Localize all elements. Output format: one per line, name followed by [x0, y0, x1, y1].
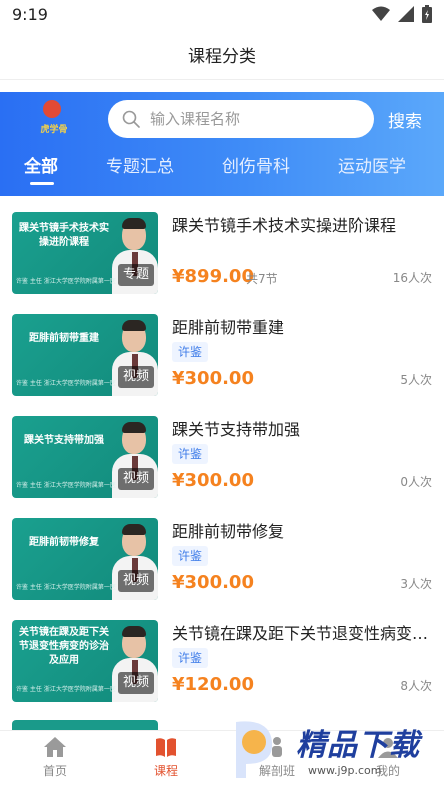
category-tabs: 全部 专题汇总 创伤骨科 运动医学	[0, 150, 444, 190]
course-price: ¥300.00	[172, 572, 254, 593]
page-title: 课程分类	[188, 47, 256, 67]
thumbnail-title: 踝关节支持带加强	[24, 435, 104, 446]
battery-icon	[422, 5, 432, 23]
course-price: ¥300.00	[172, 470, 254, 491]
course-type-badge: 视频	[117, 366, 154, 388]
course-price: ¥899.00	[172, 266, 254, 287]
course-price: ¥120.00	[172, 674, 254, 695]
nav-home-label: 首页	[42, 764, 67, 778]
course-title: 关节镜在踝及距下关节退变性病变的诊治及应用	[172, 624, 434, 643]
course-list[interactable]: 踝关节镜手术技术实操进阶课程 许鉴 主任 浙江大学医学院附属第一医院 专题 踝关…	[0, 196, 444, 730]
tab-active-indicator	[30, 182, 54, 185]
lecturer-tag: 许鉴	[172, 546, 209, 566]
watermark-url: www.j9p.com	[308, 764, 382, 777]
thumbnail-title: 关节镜在踝及距下关节退变性病变的诊治及应用	[19, 627, 109, 666]
course-thumbnail-partial[interactable]	[12, 720, 158, 730]
thumbnail-title: 踝关节镜手术技术实操进阶课程	[19, 223, 109, 248]
logo-text: 虎学骨	[40, 125, 68, 135]
lecturer-tag: 许鉴	[172, 648, 209, 668]
search-input[interactable]	[150, 100, 360, 138]
course-thumbnail: 踝关节支持带加强 许鉴 主任 浙江大学医学院附属第一医院 视频	[12, 416, 158, 498]
nav-courses[interactable]: 课程	[131, 735, 201, 779]
category-header: 虎学骨 搜索 全部 专题汇总 创伤骨科 运动医学	[0, 92, 444, 196]
course-lesson-count: 共7节	[246, 272, 278, 286]
thumbnail-caption: 许鉴 主任 浙江大学医学院附属第一医院	[16, 380, 116, 387]
course-price: ¥300.00	[172, 368, 254, 389]
book-icon	[156, 738, 176, 757]
nav-courses-label: 课程	[153, 764, 178, 778]
signal-icon	[398, 6, 414, 22]
course-item[interactable]: 距腓前韧带重建 许鉴 主任 浙江大学医学院附属第一医院 视频 距腓前韧带重建 许…	[0, 298, 444, 400]
status-bar: 9:19	[0, 0, 444, 30]
course-item[interactable]: 踝关节镜手术技术实操进阶课程 许鉴 主任 浙江大学医学院附属第一医院 专题 踝关…	[0, 196, 444, 298]
course-title: 踝关节支持带加强	[172, 420, 301, 439]
home-icon	[44, 737, 66, 757]
course-view-count: 5人次	[400, 373, 432, 387]
app-logo: 虎学骨	[34, 100, 70, 140]
tab-topics[interactable]: 专题汇总	[106, 152, 174, 177]
course-type-badge: 视频	[117, 570, 154, 592]
lecturer-tag: 许鉴	[172, 444, 209, 464]
course-thumbnail: 距腓前韧带修复 许鉴 主任 浙江大学医学院附属第一医院 视频	[12, 518, 158, 600]
course-thumbnail: 踝关节镜手术技术实操进阶课程 许鉴 主任 浙江大学医学院附属第一医院 专题	[12, 212, 158, 294]
lecturer-tag: 许鉴	[172, 342, 209, 362]
search-button[interactable]: 搜索	[388, 107, 422, 132]
title-bar: 课程分类	[0, 30, 444, 80]
course-view-count: 3人次	[400, 577, 432, 591]
course-view-count: 0人次	[400, 475, 432, 489]
watermark-logo-icon	[236, 721, 273, 778]
course-item[interactable]: 关节镜在踝及距下关节退变性病变的诊治及应用 许鉴 主任 浙江大学医学院附属第一医…	[0, 604, 444, 706]
search-box[interactable]	[108, 100, 374, 138]
watermark-text: 精品下载	[296, 728, 420, 763]
thumbnail-title: 距腓前韧带修复	[29, 537, 99, 548]
course-title: 距腓前韧带修复	[172, 522, 285, 541]
tab-trauma-orthopedics[interactable]: 创伤骨科	[222, 152, 290, 177]
status-time: 9:19	[12, 5, 48, 24]
tab-sports-medicine[interactable]: 运动医学	[338, 152, 406, 177]
status-icons	[372, 5, 432, 23]
thumbnail-caption: 许鉴 主任 浙江大学医学院附属第一医院	[16, 584, 116, 591]
course-title: 踝关节镜手术技术实操进阶课程	[172, 216, 397, 235]
logo-ball-icon	[43, 100, 61, 118]
thumbnail-caption: 许鉴 主任 浙江大学医学院附属第一医院	[16, 686, 116, 693]
tab-all[interactable]: 全部	[24, 152, 58, 177]
thumbnail-title: 距腓前韧带重建	[29, 333, 99, 344]
site-watermark: 精品下载 www.j9p.com	[226, 716, 444, 789]
course-type-badge: 视频	[117, 468, 154, 490]
course-view-count: 16人次	[392, 271, 432, 285]
course-type-badge: 专题	[117, 264, 154, 286]
course-item[interactable]: 距腓前韧带修复 许鉴 主任 浙江大学医学院附属第一医院 视频 距腓前韧带修复 许…	[0, 502, 444, 604]
course-item[interactable]: 踝关节支持带加强 许鉴 主任 浙江大学医学院附属第一医院 视频 踝关节支持带加强…	[0, 400, 444, 502]
course-type-badge: 视频	[117, 672, 154, 694]
course-thumbnail: 关节镜在踝及距下关节退变性病变的诊治及应用 许鉴 主任 浙江大学医学院附属第一医…	[12, 620, 158, 702]
thumbnail-caption: 许鉴 主任 浙江大学医学院附属第一医院	[16, 278, 116, 285]
course-thumbnail: 距腓前韧带重建 许鉴 主任 浙江大学医学院附属第一医院 视频	[12, 314, 158, 396]
course-view-count: 8人次	[400, 679, 432, 693]
thumbnail-caption: 许鉴 主任 浙江大学医学院附属第一医院	[16, 482, 116, 489]
course-title: 距腓前韧带重建	[172, 318, 285, 337]
nav-home[interactable]: 首页	[20, 735, 90, 779]
search-icon	[122, 110, 140, 128]
wifi-icon	[372, 6, 390, 21]
